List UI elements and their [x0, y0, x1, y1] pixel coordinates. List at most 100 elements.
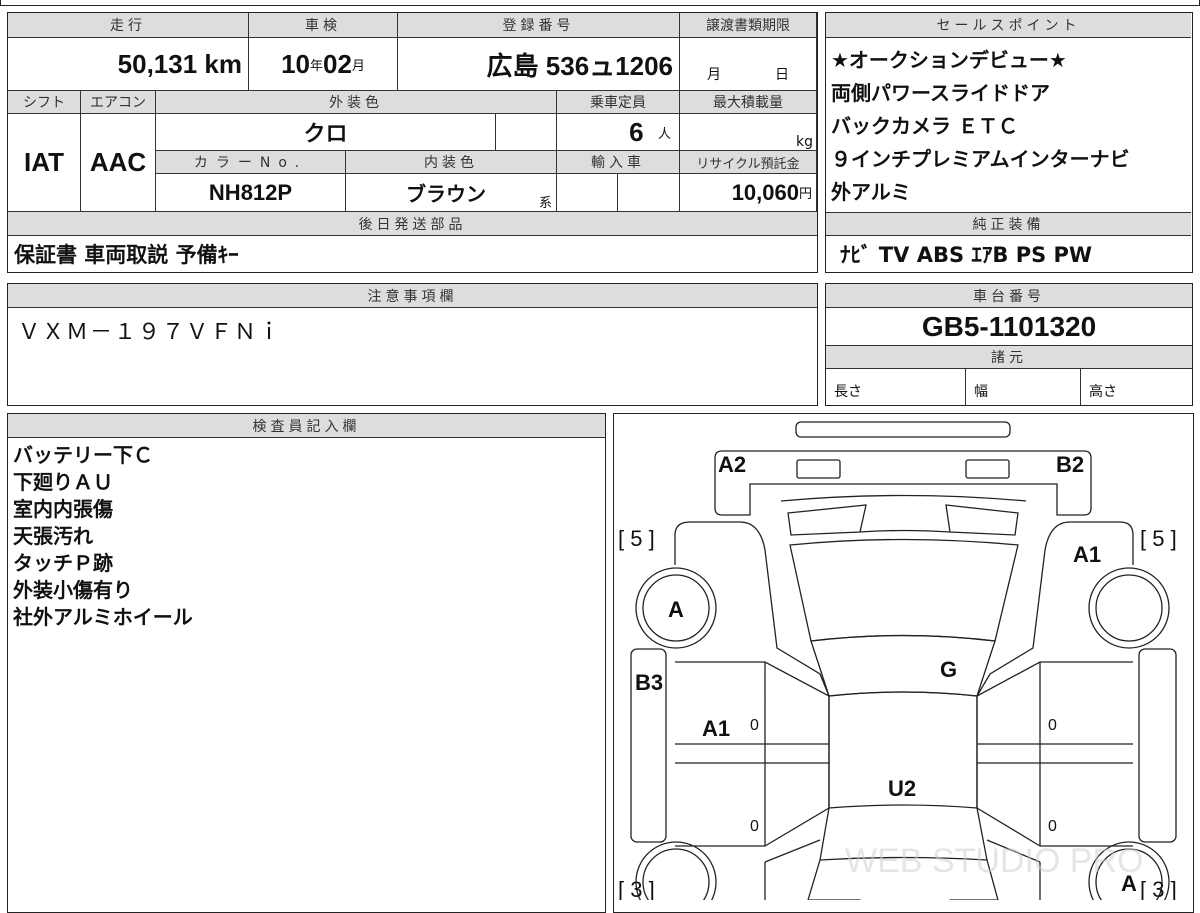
capacity-value: 6 人 — [557, 114, 680, 151]
interior-color-label: 内装色 — [346, 151, 557, 174]
front-right-tire-score: [ 5 ] — [1140, 526, 1177, 551]
rear-right-corner-grade: B2 — [1056, 452, 1084, 477]
right-front-fender — [976, 521, 1134, 697]
recycle-fee-value: 10,060 円 — [680, 174, 817, 212]
front-left-wheel-grade: A — [668, 597, 684, 622]
left-front-door-grade: A1 — [702, 716, 730, 741]
imported-value-1 — [557, 174, 618, 212]
right-front-fender-grade: A1 — [1073, 542, 1101, 567]
recycle-fee-label: リサイクル預託金 — [680, 151, 817, 174]
imported-value-2 — [618, 174, 680, 212]
front-left-tire-score: [ 5 ] — [618, 526, 655, 551]
notes-box: 注意事項欄 ＶＸＭ－１９７ＶＦＮｉ — [7, 283, 818, 406]
wheel-front-right — [1088, 567, 1170, 649]
notes-label: 注意事項欄 — [8, 284, 817, 308]
interior-color-suffix: 系 — [538, 196, 552, 211]
left-front-fender — [674, 521, 830, 697]
later-parts-value: 保証書 車両取説 予備ｷｰ — [14, 243, 239, 267]
year-unit: 年 — [309, 57, 323, 73]
color-no-value: NH812P — [156, 174, 346, 212]
inspector-note: バッテリー下Ｃ — [13, 443, 153, 467]
left-sill-grade: B3 — [635, 670, 663, 695]
capacity-number: 6 — [629, 116, 644, 147]
right-sill — [1138, 648, 1177, 843]
inspector-note: 社外アルミホイール — [13, 605, 193, 629]
specs-label: 諸元 — [826, 346, 1192, 369]
later-parts-label: 後日発送部品 — [8, 212, 817, 236]
shift-value: IAT — [8, 114, 81, 212]
sales-point-item: 外アルミ — [831, 180, 911, 204]
rear-left-tire-score: [ 3 ] — [618, 877, 655, 900]
aircon-label: エアコン — [81, 91, 156, 114]
chassis-box: 車台番号 GB5-1101320 諸元 長さ 幅 高さ — [825, 283, 1193, 406]
recycle-fee-number: 10,060 — [731, 179, 799, 205]
inspector-note: 天張汚れ — [13, 524, 93, 548]
spec-height: 高さ — [1089, 384, 1117, 400]
capacity-label: 乗車定員 — [557, 91, 680, 114]
transfer-deadline-label: 譲渡書類期限 — [680, 13, 817, 38]
sales-point-item: 両側パワースライドドア — [831, 81, 1050, 105]
max-load-label: 最大積載量 — [680, 91, 817, 114]
exterior-color-value: クロ — [156, 114, 496, 151]
spec-width: 幅 — [966, 369, 1081, 405]
inspector-list: バッテリー下Ｃ 下廻りＡＵ 室内内張傷 天張汚れ タッチＰ跡 外装小傷有り 社外… — [8, 442, 193, 631]
mileage-unit: km — [204, 48, 242, 79]
front-bumper-bar — [795, 421, 1011, 438]
interior-color-value: ブラウン系 — [346, 174, 557, 212]
deadline-month: 月 — [707, 67, 721, 83]
recycle-fee-unit: 円 — [798, 186, 812, 201]
door-mark: 0 — [750, 717, 759, 734]
top-strip — [0, 0, 1200, 6]
sales-points-list: ★オークションデビュー★ 両側パワースライドドア バックカメラ ＥＴＣ ９インチ… — [826, 44, 1130, 209]
inspection-label: 車検 — [249, 13, 398, 38]
sales-point-item: バックカメラ ＥＴＣ — [831, 114, 1018, 138]
registration-value: 広島 536ュ1206 — [398, 38, 680, 91]
hood-panel — [810, 634, 996, 697]
deadline-day: 日 — [775, 67, 789, 83]
door-mark: 0 — [1048, 818, 1057, 835]
damage-diagram-box: A2 B2 [ 5 ] [ 5 ] [ 3 ] [ 3 ] A1 A B3 G … — [613, 413, 1194, 913]
sales-point-item: ★オークションデビュー★ — [831, 48, 1067, 72]
imported-label: 輸入車 — [557, 151, 680, 174]
month-unit: 月 — [351, 57, 365, 73]
rear-left-corner-grade: A2 — [718, 452, 746, 477]
light-left — [796, 459, 841, 479]
sales-points-box: セールスポイント ★オークションデビュー★ 両側パワースライドドア バックカメラ… — [825, 12, 1193, 273]
inspector-note: 外装小傷有り — [13, 578, 133, 602]
door-mark: 0 — [1048, 717, 1057, 734]
inspector-note: タッチＰ跡 — [13, 551, 113, 575]
rear-bumper — [714, 450, 1092, 516]
genuine-equipment-label: 純正装備 — [826, 212, 1191, 236]
rear-right-tire-score: [ 3 ] — [1140, 877, 1177, 900]
mileage-number: 50,131 — [117, 48, 198, 79]
inspection-year: 10 — [281, 48, 310, 79]
interior-color-text: ブラウン — [406, 182, 486, 206]
inspection-value: 10 年 02 月 — [249, 38, 398, 91]
inspector-label: 検査員記入欄 — [8, 414, 605, 438]
genuine-equipment-value: ﾅﾋﾞ TV ABS ｴｱB PS PW — [840, 243, 1093, 267]
registration-label: 登録番号 — [398, 13, 680, 38]
inspector-box: 検査員記入欄 バッテリー下Ｃ 下廻りＡＵ 室内内張傷 天張汚れ タッチＰ跡 外装… — [7, 413, 606, 913]
notes-value: ＶＸＭ－１９７ＶＦＮｉ — [18, 320, 283, 345]
inspection-month: 02 — [323, 48, 352, 79]
sales-points-label: セールスポイント — [826, 13, 1191, 38]
exterior-color-label: 外装色 — [156, 91, 557, 114]
mileage-value: 50,131 km — [8, 38, 249, 91]
car-diagram: A2 B2 [ 5 ] [ 5 ] [ 3 ] [ 3 ] A1 A B3 G … — [618, 421, 1177, 900]
capacity-unit: 人 — [657, 125, 671, 141]
light-right — [965, 459, 1010, 479]
inspector-note: 室内内張傷 — [13, 497, 113, 521]
color-no-label: カラーNo. — [156, 151, 346, 174]
windshield-grade: G — [940, 657, 957, 682]
chassis-label: 車台番号 — [826, 284, 1192, 308]
sales-point-item: ９インチプレミアムインターナビ — [831, 147, 1130, 171]
chassis-value: GB5-1101320 — [826, 308, 1192, 346]
exterior-color-extra — [496, 114, 557, 151]
door-mark: 0 — [750, 818, 759, 835]
watermark: WEB STUDIO PRO — [845, 842, 1143, 880]
aircon-value: AAC — [81, 114, 156, 212]
windshield — [789, 538, 1019, 642]
roof-grade: U2 — [888, 776, 916, 801]
spec-length: 長さ — [826, 369, 966, 405]
shift-label: シフト — [8, 91, 81, 114]
